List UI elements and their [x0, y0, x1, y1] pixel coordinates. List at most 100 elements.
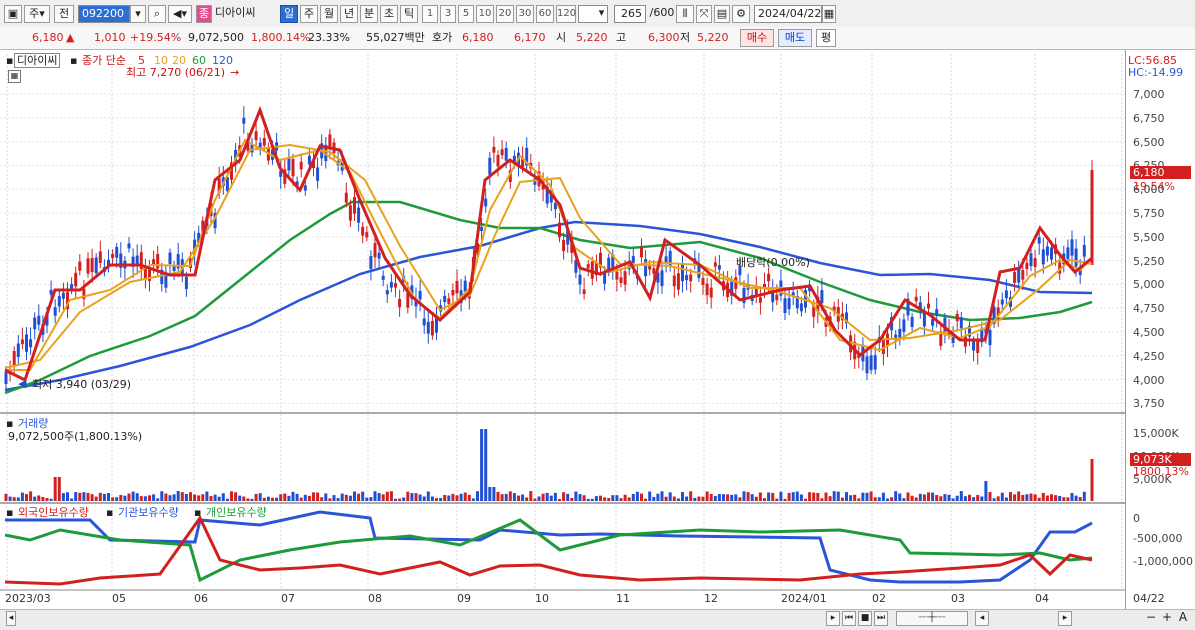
candle-body [631, 256, 635, 263]
scroll-right-icon[interactable]: ▸ [1058, 611, 1072, 626]
price-tick: 6,500 [1133, 135, 1165, 149]
interval-120[interactable]: 120 [556, 5, 576, 23]
code-input[interactable]: 092200 [78, 5, 130, 23]
volume-bar [365, 497, 369, 501]
period-second[interactable]: 초 [380, 5, 398, 23]
save-icon[interactable]: ▤ [714, 5, 730, 23]
speaker-icon[interactable]: ◀▾ [168, 5, 192, 23]
volume-bar [303, 494, 307, 501]
volume-pct: 1,800.14% [251, 31, 311, 44]
period-month[interactable]: 월 [320, 5, 338, 23]
candle-body [16, 343, 20, 357]
hoga-label: 호가 [432, 31, 453, 44]
holdings-tick: -1,000,000 [1133, 555, 1193, 568]
price-tick: 5,750 [1133, 207, 1165, 220]
auto-scale-icon[interactable]: A [1176, 611, 1190, 626]
candle-body [299, 161, 303, 170]
interval-3[interactable]: 3 [440, 5, 456, 23]
period-year[interactable]: 년 [340, 5, 358, 23]
calendar-icon[interactable]: ▦ [822, 5, 836, 23]
interval-30[interactable]: 30 [516, 5, 534, 23]
interval-10[interactable]: 10 [476, 5, 494, 23]
zoom-out-icon[interactable]: − [1144, 611, 1158, 626]
candle-body [29, 339, 33, 348]
volume-bar [385, 491, 389, 501]
open-price: 5,220 [576, 31, 608, 44]
interval-1[interactable]: 1 [422, 5, 438, 23]
volume-bar [955, 495, 959, 501]
volume-bar [135, 493, 139, 501]
window-icon[interactable]: ▣ [4, 5, 22, 23]
volume-bar [16, 497, 20, 501]
type-label: 주 [29, 7, 40, 20]
forward-icon[interactable]: ⏭ [874, 611, 888, 626]
bottom-scrollbar[interactable] [0, 609, 1195, 630]
volume-bar [172, 494, 176, 501]
candle-body [258, 142, 262, 148]
candle-body [25, 334, 28, 352]
candle-body [443, 295, 447, 303]
volume-bar [996, 496, 1000, 501]
gear-icon[interactable]: ⚙ [732, 5, 750, 23]
buy-button[interactable]: 매수 [740, 29, 774, 47]
interval-20[interactable]: 20 [496, 5, 514, 23]
chart-area[interactable] [0, 50, 1195, 609]
volume-bar [225, 498, 229, 501]
period-tick[interactable]: 틱 [400, 5, 418, 23]
zoom-in-icon[interactable]: + [1160, 611, 1174, 626]
candles [4, 106, 1094, 392]
crosshair-icon[interactable]: ⤧ [696, 5, 712, 23]
volume-bar [189, 492, 192, 501]
candle-body [976, 340, 980, 353]
interval-5[interactable]: 5 [458, 5, 474, 23]
type-select[interactable]: 주▾ [24, 5, 50, 23]
scroll-right-icon[interactable]: ▸ [826, 611, 840, 626]
average-button[interactable]: 평 [816, 29, 836, 47]
chart-menu-icon[interactable]: ▪ [6, 54, 13, 67]
volume-bar [771, 492, 775, 501]
volume-bar [713, 495, 717, 501]
volume-bar [988, 492, 992, 501]
volume-bar [336, 498, 340, 501]
candle-body [582, 289, 586, 294]
volume-bar [389, 491, 393, 501]
market-button[interactable]: 전 [54, 5, 74, 23]
chevron-down-icon[interactable]: ▾ [595, 5, 608, 23]
chevron-down-icon[interactable]: ▾ [130, 5, 146, 23]
volume-bar [287, 495, 291, 501]
candle-body [1021, 270, 1025, 280]
scroll-left-icon[interactable]: ◂ [975, 611, 989, 626]
rewind-icon[interactable]: ⏮ [842, 611, 856, 626]
candle-body [619, 277, 623, 283]
volume-bar [599, 495, 602, 501]
period-minute[interactable]: 분 [360, 5, 378, 23]
count-input[interactable]: 265 [614, 5, 646, 23]
candle-body [758, 297, 762, 303]
candle-body [254, 131, 258, 141]
volume-bar [357, 493, 361, 501]
grid-icon[interactable]: ▦ [8, 70, 21, 83]
volume-bar [353, 491, 356, 501]
volume-bar [414, 493, 418, 501]
volume-bar [734, 494, 738, 501]
volume-bar [250, 498, 254, 501]
stop-icon[interactable]: ■ [858, 611, 872, 626]
volume-bar [927, 492, 930, 501]
holdings-line [4, 515, 1093, 586]
search-icon[interactable]: ⌕ [148, 5, 166, 23]
interval-60[interactable]: 60 [536, 5, 554, 23]
period-day[interactable]: 일 [280, 5, 298, 23]
zoom-slider[interactable]: ┈┈┼┈┈ [896, 611, 968, 626]
sell-button[interactable]: 매도 [778, 29, 812, 47]
scroll-left-icon[interactable]: ◂ [6, 611, 16, 626]
candle-body [127, 243, 131, 249]
candle-body [660, 270, 664, 287]
date-input[interactable]: 2024/04/22 [754, 5, 822, 23]
volume-bar [877, 497, 881, 501]
stock-legend[interactable]: 디아이씨 [14, 53, 61, 68]
price-tick: 4,000 [1133, 373, 1165, 387]
period-week[interactable]: 주 [300, 5, 318, 23]
ma20-path [4, 143, 1093, 369]
volume-bar [672, 496, 676, 501]
candle-icon[interactable]: ⫴ [676, 5, 694, 23]
